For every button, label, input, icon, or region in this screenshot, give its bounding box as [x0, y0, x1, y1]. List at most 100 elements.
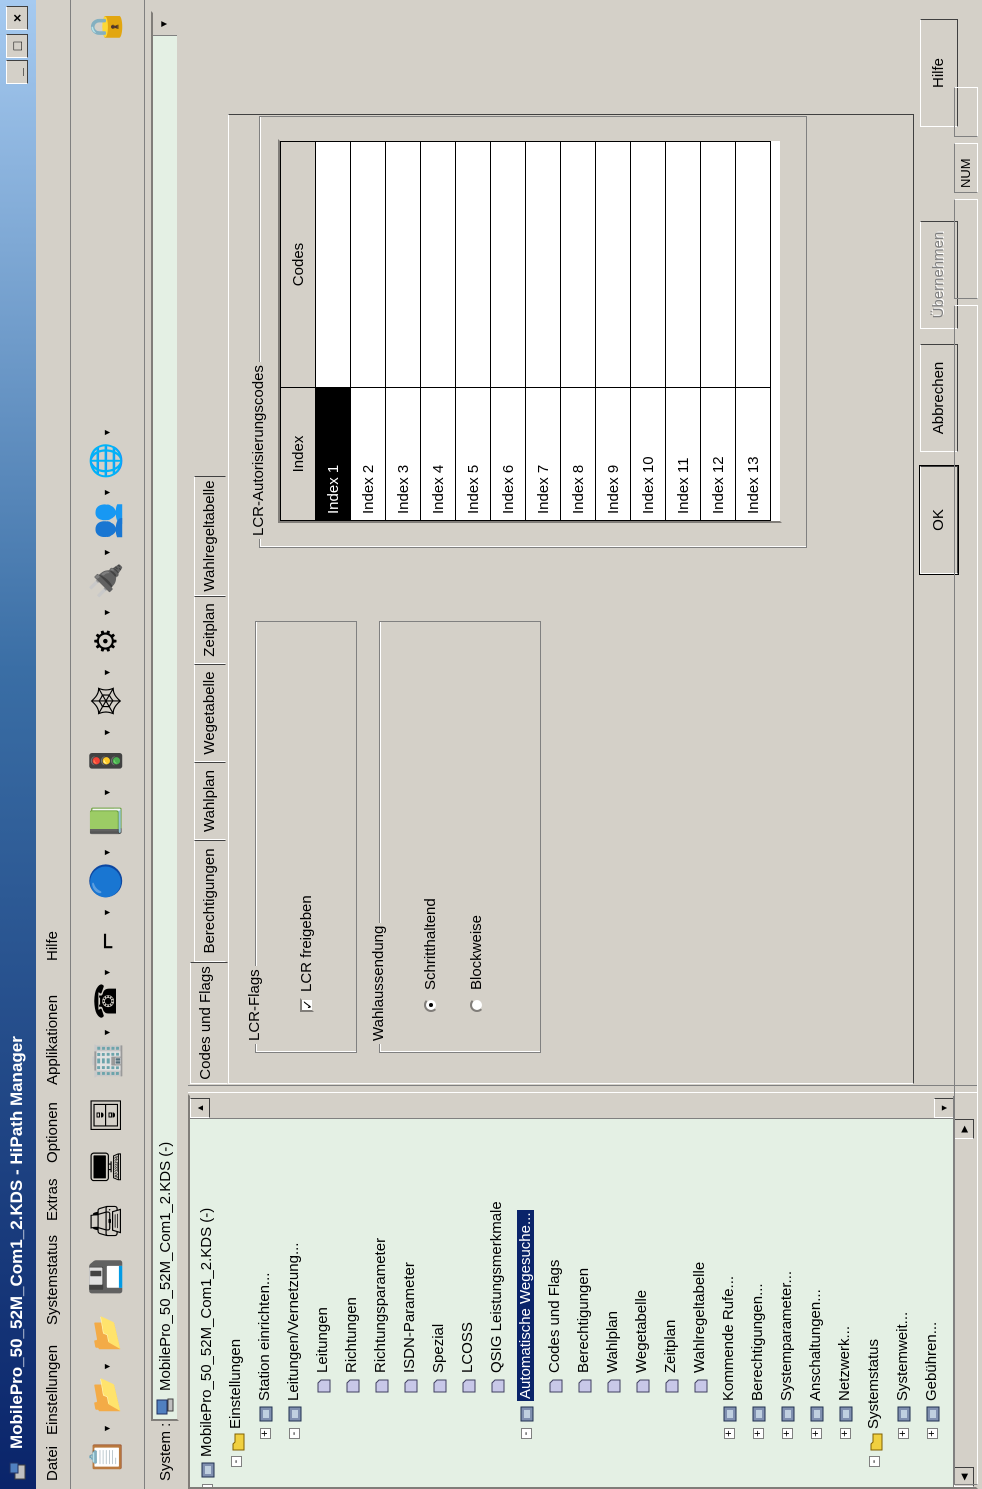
- expand-icon[interactable]: +: [259, 1428, 271, 1439]
- minimize-button[interactable]: _: [6, 60, 28, 84]
- collapse-icon[interactable]: -: [520, 1428, 532, 1439]
- table-row[interactable]: Index 3: [385, 141, 421, 521]
- save-icon[interactable]: 💾: [82, 1255, 130, 1299]
- building-icon[interactable]: 🏢: [82, 1039, 130, 1083]
- table-row[interactable]: Index 10: [630, 141, 666, 521]
- maximize-button[interactable]: □: [6, 34, 28, 58]
- index-cell[interactable]: Index 12: [700, 387, 736, 521]
- close-button[interactable]: ×: [6, 6, 28, 30]
- tree-item[interactable]: - MobilePro_50_52M_Com1_2.KDS (-): [194, 1208, 220, 1489]
- users-dropdown-icon[interactable]: ▼: [102, 488, 112, 497]
- index-cell[interactable]: Index 11: [665, 387, 701, 521]
- tree-vertical-scrollbar[interactable]: ▲ ▼: [190, 1096, 976, 1119]
- tree-item[interactable]: + Station einrichten...: [252, 1273, 278, 1439]
- tree-item[interactable]: LCOSS: [455, 1322, 481, 1395]
- index-cell[interactable]: Index 6: [490, 387, 526, 521]
- auth-codes-grid[interactable]: Index Codes Index 1 Index 2 Index 3 Index 4…: [278, 139, 782, 523]
- network-icon[interactable]: 🗄: [82, 1093, 130, 1137]
- chevron-down-icon[interactable]: ▼: [153, 13, 177, 36]
- table-row[interactable]: Index 1: [315, 141, 351, 521]
- table-row[interactable]: Index 2: [350, 141, 386, 521]
- index-cell[interactable]: Index 13: [735, 387, 771, 521]
- transfer-dropdown-icon[interactable]: ▼: [102, 848, 112, 857]
- book-icon[interactable]: 📗: [82, 799, 130, 843]
- tree-item[interactable]: Leitungen: [310, 1307, 336, 1395]
- tree-item[interactable]: - Systemstatus: [861, 1339, 887, 1467]
- menu-hilfe[interactable]: Hilfe: [44, 931, 61, 961]
- table-row[interactable]: Index 7: [525, 141, 561, 521]
- index-cell[interactable]: Index 10: [630, 387, 666, 521]
- tree-item[interactable]: - Automatische Wegesuche...: [513, 1210, 539, 1439]
- table-row[interactable]: Index 11: [665, 141, 701, 521]
- new-icon[interactable]: 📂: [82, 1373, 130, 1417]
- radio-schritthaltend[interactable]: Schritthaltend: [422, 898, 439, 1012]
- tree-item[interactable]: + Systemparameter...: [774, 1271, 800, 1439]
- tree-item[interactable]: + Berechtigungen...: [745, 1283, 771, 1439]
- menu-systemstatus[interactable]: Systemstatus: [44, 1235, 61, 1325]
- code-cell[interactable]: [700, 141, 736, 388]
- lock-icon[interactable]: 🔒: [82, 5, 130, 49]
- phone-icon[interactable]: ☎: [82, 979, 130, 1023]
- web-dropdown-icon[interactable]: ▼: [102, 428, 112, 437]
- collapse-icon[interactable]: -: [230, 1456, 242, 1467]
- tree-item[interactable]: Richtungsparameter: [368, 1238, 394, 1395]
- collapse-icon[interactable]: -: [201, 1484, 213, 1489]
- scroll-up-icon[interactable]: ▲: [190, 1098, 210, 1118]
- index-cell[interactable]: Index 1: [315, 387, 351, 521]
- checkbox-icon[interactable]: ✓: [300, 998, 315, 1012]
- expand-icon[interactable]: +: [839, 1428, 851, 1439]
- tree-item[interactable]: + Kommende Rufe...: [716, 1276, 742, 1439]
- code-cell[interactable]: [735, 141, 771, 388]
- menu-extras[interactable]: Extras: [44, 1178, 61, 1221]
- tab-wegetabelle[interactable]: Wegetabelle: [194, 664, 226, 762]
- system-combo[interactable]: MobilePro_50_52M_Com1_2.KDS (-) ▼: [151, 11, 179, 1421]
- radio-selected-icon[interactable]: [424, 998, 439, 1012]
- menu-datei[interactable]: Datei: [44, 1446, 61, 1481]
- config-icon[interactable]: ⚙: [82, 619, 130, 663]
- index-cell[interactable]: Index 7: [525, 387, 561, 521]
- code-cell[interactable]: [665, 141, 701, 388]
- navigation-tree[interactable]: - MobilePro_50_52M_Com1_2.KDS (-) - Einstel…: [188, 1094, 978, 1489]
- col-header-index[interactable]: Index: [280, 387, 316, 521]
- code-cell[interactable]: [560, 141, 596, 388]
- tree-item[interactable]: Wahlplan: [600, 1311, 626, 1395]
- code-cell[interactable]: [350, 141, 386, 388]
- menu-optionen[interactable]: Optionen: [44, 1102, 61, 1163]
- table-row[interactable]: Index 13: [735, 141, 771, 521]
- tree-item[interactable]: ISDN-Parameter: [397, 1262, 423, 1395]
- menu-einstellungen[interactable]: Einstellungen: [44, 1345, 61, 1435]
- code-cell[interactable]: [595, 141, 631, 388]
- traffic-dropdown-icon[interactable]: ▼: [102, 728, 112, 737]
- expand-icon[interactable]: +: [926, 1428, 938, 1439]
- wizard-icon[interactable]: 📋: [82, 1435, 130, 1479]
- power-dropdown-icon[interactable]: ▼: [102, 548, 112, 557]
- tab-wahlplan[interactable]: Wahlplan: [194, 762, 226, 840]
- connect-dropdown-icon[interactable]: ▼: [102, 908, 112, 917]
- tab-wahlregeltabelle[interactable]: Wahlregeltabelle: [194, 476, 226, 596]
- tab-zeitplan[interactable]: Zeitplan: [194, 596, 226, 664]
- building-dropdown-icon[interactable]: ▼: [102, 1028, 112, 1037]
- code-cell[interactable]: [630, 141, 666, 388]
- tree-item[interactable]: Codes und Flags: [542, 1260, 568, 1395]
- new-dropdown-icon[interactable]: ▼: [102, 1362, 112, 1371]
- table-row[interactable]: Index 9: [595, 141, 631, 521]
- users-icon[interactable]: 👥: [82, 499, 130, 543]
- net-icon[interactable]: 🕸: [82, 679, 130, 723]
- lcr-freigeben-checkbox[interactable]: ✓ LCR freigeben: [298, 895, 315, 1012]
- collapse-icon[interactable]: -: [288, 1428, 300, 1439]
- tree-item[interactable]: + Netzwerk...: [832, 1326, 858, 1439]
- tree-item[interactable]: Berechtigungen: [571, 1268, 597, 1395]
- tree-item[interactable]: Spezial: [426, 1324, 452, 1395]
- index-cell[interactable]: Index 8: [560, 387, 596, 521]
- table-row[interactable]: Index 5: [455, 141, 491, 521]
- code-cell[interactable]: [525, 141, 561, 388]
- print-icon[interactable]: 🖨: [82, 1199, 130, 1243]
- open-icon[interactable]: 📂: [82, 1311, 130, 1355]
- table-row[interactable]: Index 12: [700, 141, 736, 521]
- web-icon[interactable]: 🌐: [82, 439, 130, 483]
- config-dropdown-icon[interactable]: ▼: [102, 608, 112, 617]
- index-cell[interactable]: Index 3: [385, 387, 421, 521]
- net-dropdown-icon[interactable]: ▼: [102, 668, 112, 677]
- expand-icon[interactable]: +: [723, 1428, 735, 1439]
- index-cell[interactable]: Index 2: [350, 387, 386, 521]
